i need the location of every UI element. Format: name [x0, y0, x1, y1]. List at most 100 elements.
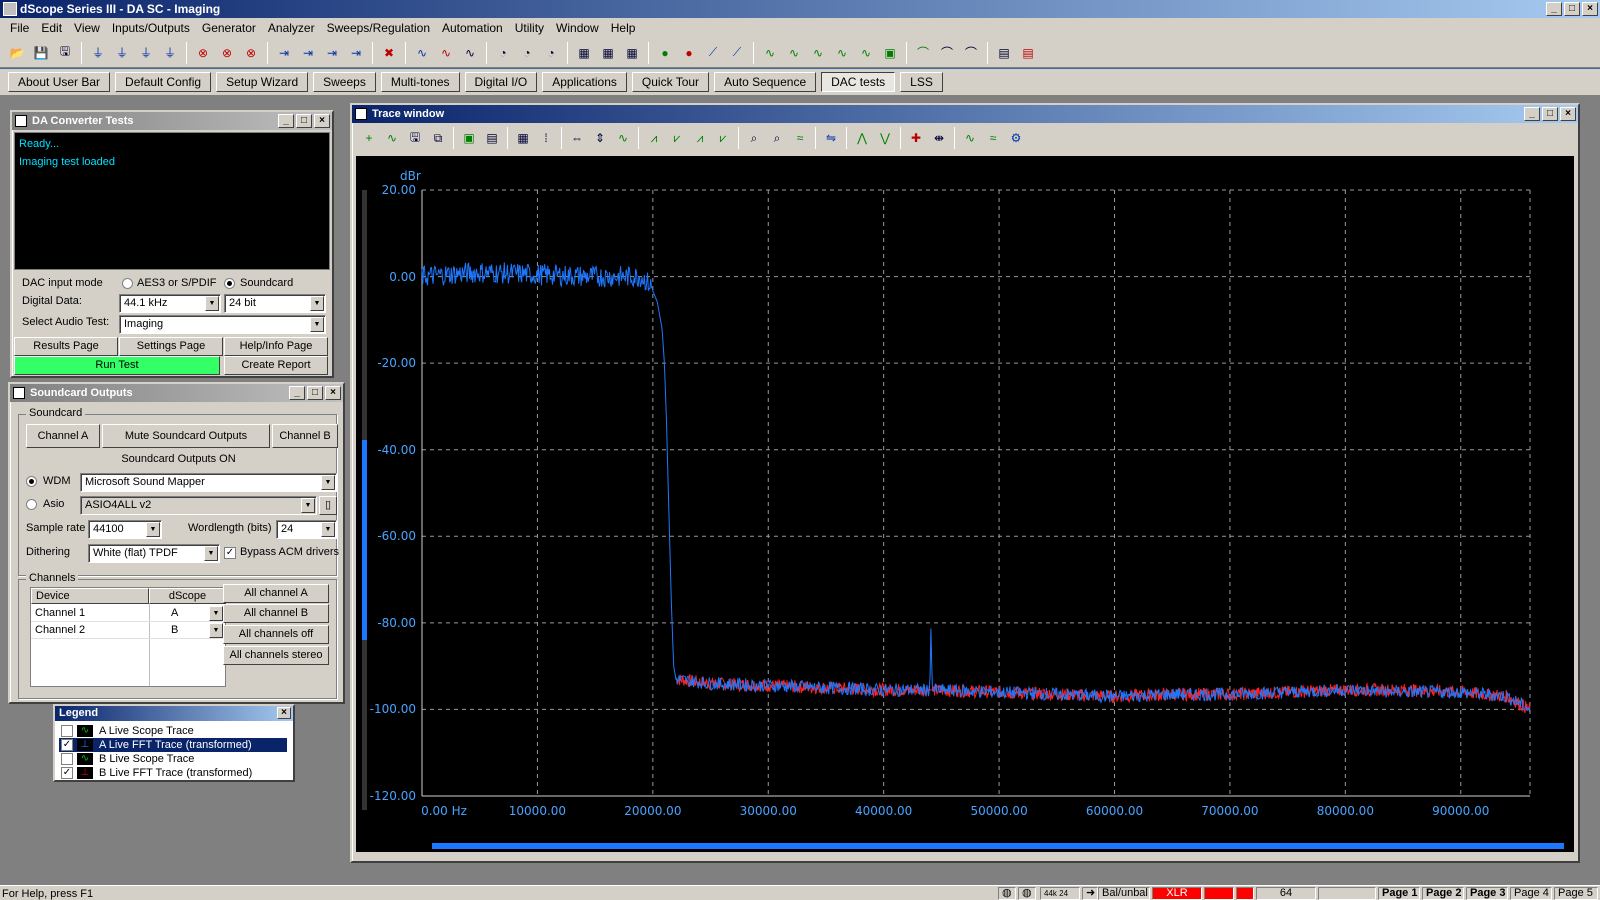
rate-select[interactable]: 44.1 kHz ▼	[119, 294, 221, 313]
chevron-down-icon[interactable]: ▼	[146, 522, 160, 537]
bits-select[interactable]: 24 bit ▼	[224, 294, 326, 313]
menu-help[interactable]: Help	[605, 21, 642, 35]
output-off3-icon[interactable]: ⊗	[240, 42, 262, 64]
trace-close-button[interactable]: ×	[1560, 107, 1576, 121]
trace-maximize-button[interactable]: □	[1542, 107, 1558, 121]
results-page-button[interactable]: Results Page	[14, 337, 118, 356]
trace2-icon[interactable]: ∿	[783, 42, 805, 64]
panel-maximize-button[interactable]: □	[296, 114, 312, 128]
zoom-x-icon[interactable]: ⇔	[566, 127, 588, 149]
all-channels-off-button[interactable]: All channels off	[223, 625, 329, 644]
col-dscope-header[interactable]: dScope	[149, 588, 226, 604]
legend-checkbox[interactable]	[61, 725, 73, 737]
trace-wave-icon[interactable]: ∿	[381, 127, 403, 149]
scope-icon[interactable]: ∿	[411, 42, 433, 64]
legend-item[interactable]: ∿ B Live Scope Trace	[59, 752, 287, 766]
chevron-down-icon[interactable]: ▼	[321, 475, 335, 490]
valley-icon[interactable]: ⋁	[874, 127, 896, 149]
menu-inputs-outputs[interactable]: Inputs/Outputs	[106, 21, 196, 35]
dac-tests-button[interactable]: DAC tests	[821, 72, 896, 92]
generator-out3-icon[interactable]: ⏚	[135, 42, 157, 64]
channel-b-button[interactable]: Channel B	[272, 424, 338, 448]
generator-out4-icon[interactable]: ⏚	[159, 42, 181, 64]
channels2-icon[interactable]: ▦	[597, 42, 619, 64]
table-row[interactable]: Channel 1 A ▼	[31, 606, 225, 622]
maximize-button[interactable]: □	[1564, 2, 1580, 16]
legend-checkbox[interactable]	[61, 753, 73, 765]
cursor-icon[interactable]: ⁞	[535, 127, 557, 149]
zoom-in-icon[interactable]: ⌕	[743, 127, 765, 149]
marker4-icon[interactable]: ⩗	[712, 127, 734, 149]
digital-io-button[interactable]: Digital I/O	[464, 72, 538, 92]
copy-icon[interactable]: ⧉	[427, 127, 449, 149]
chart-icon[interactable]: ▣	[879, 42, 901, 64]
marker-icon[interactable]: ⩘	[643, 127, 665, 149]
filter-icon[interactable]: ⌒	[912, 42, 934, 64]
dithering-select[interactable]: White (flat) TPDF ▼	[88, 544, 220, 563]
trace-icon[interactable]: ∿	[759, 42, 781, 64]
chevron-down-icon[interactable]: ▼	[204, 546, 218, 561]
page-1-tab[interactable]: Page 1	[1378, 887, 1420, 900]
zoom-y-icon[interactable]: ⇕	[589, 127, 611, 149]
panel-close-button[interactable]: ×	[325, 386, 341, 400]
add-trace-icon[interactable]: +	[358, 127, 380, 149]
generator-out2-icon[interactable]: ⏚	[111, 42, 133, 64]
default-config-button[interactable]: Default Config	[115, 72, 212, 92]
quick-tour-button[interactable]: Quick Tour	[631, 72, 710, 92]
limit-icon[interactable]: ✚	[905, 127, 927, 149]
wdm-select[interactable]: Microsoft Sound Mapper ▼	[80, 473, 337, 492]
channel-a-button[interactable]: Channel A	[26, 424, 100, 448]
marker3-icon[interactable]: ⩘	[689, 127, 711, 149]
chevron-down-icon[interactable]: ▼	[301, 498, 315, 513]
panel-minimize-button[interactable]: _	[289, 386, 305, 400]
settings-page-button[interactable]: Settings Page	[119, 337, 223, 356]
chevron-down-icon[interactable]: ▼	[209, 606, 223, 621]
chevron-down-icon[interactable]: ▼	[209, 623, 223, 638]
test-select[interactable]: Imaging ▼	[119, 315, 326, 334]
legend-checkbox[interactable]: ✓	[61, 739, 73, 751]
all-channel-a-button[interactable]: All channel A	[223, 584, 329, 603]
peak-icon[interactable]: ⋀	[851, 127, 873, 149]
close-button[interactable]: ×	[1582, 2, 1598, 16]
menu-generator[interactable]: Generator	[196, 21, 262, 35]
page-3-tab[interactable]: Page 3	[1466, 887, 1508, 900]
asio-config-button[interactable]: ▯	[319, 496, 337, 515]
output-off2-icon[interactable]: ⊗	[216, 42, 238, 64]
multi-tones-button[interactable]: Multi-tones	[380, 72, 460, 92]
asio-select[interactable]: ASIO4ALL v2 ▼	[80, 496, 317, 515]
trace5-icon[interactable]: ∿	[855, 42, 877, 64]
input3-icon[interactable]: ⇥	[321, 42, 343, 64]
fft-chart[interactable]	[356, 156, 1574, 852]
channels3-icon[interactable]: ▦	[621, 42, 643, 64]
page-2-tab[interactable]: Page 2	[1422, 887, 1464, 900]
record-icon[interactable]: ●	[678, 42, 700, 64]
wordlength-select[interactable]: 24 ▼	[276, 520, 337, 539]
report-icon[interactable]: ▤	[993, 42, 1015, 64]
link-icon[interactable]: ⇼	[928, 127, 950, 149]
input2-icon[interactable]: ⇥	[297, 42, 319, 64]
sweeps-button[interactable]: Sweeps	[313, 72, 376, 92]
auto-sequence-button[interactable]: Auto Sequence	[714, 72, 817, 92]
page-5-tab[interactable]: Page 5	[1554, 887, 1598, 900]
sweep2-icon[interactable]: ⟋	[726, 42, 748, 64]
options-icon[interactable]: ⚙	[1005, 127, 1027, 149]
sweep-icon[interactable]: ⟋	[702, 42, 724, 64]
chevron-down-icon[interactable]: ▼	[310, 296, 324, 311]
sample-rate-select[interactable]: 44100 ▼	[88, 520, 162, 539]
input4-icon[interactable]: ⇥	[345, 42, 367, 64]
compare-icon[interactable]: ⇋	[820, 127, 842, 149]
open-icon[interactable]: 📂	[6, 42, 28, 64]
help-info-page-button[interactable]: Help/Info Page	[224, 337, 328, 356]
trace-minimize-button[interactable]: _	[1524, 107, 1540, 121]
stop-icon[interactable]: ✖	[378, 42, 400, 64]
filter2-icon[interactable]: ⌒	[936, 42, 958, 64]
generator-out-icon[interactable]: ⏚	[87, 42, 109, 64]
legend-checkbox[interactable]: ✓	[61, 767, 73, 779]
page-4-tab[interactable]: Page 4	[1510, 887, 1552, 900]
channels-icon[interactable]: ▦	[573, 42, 595, 64]
chevron-down-icon[interactable]: ▼	[310, 317, 324, 332]
all-channels-stereo-button[interactable]: All channels stereo	[223, 646, 329, 665]
wdm-radio[interactable]	[26, 476, 37, 487]
scope-red-icon[interactable]: ∿	[435, 42, 457, 64]
panel-maximize-button[interactable]: □	[307, 386, 323, 400]
